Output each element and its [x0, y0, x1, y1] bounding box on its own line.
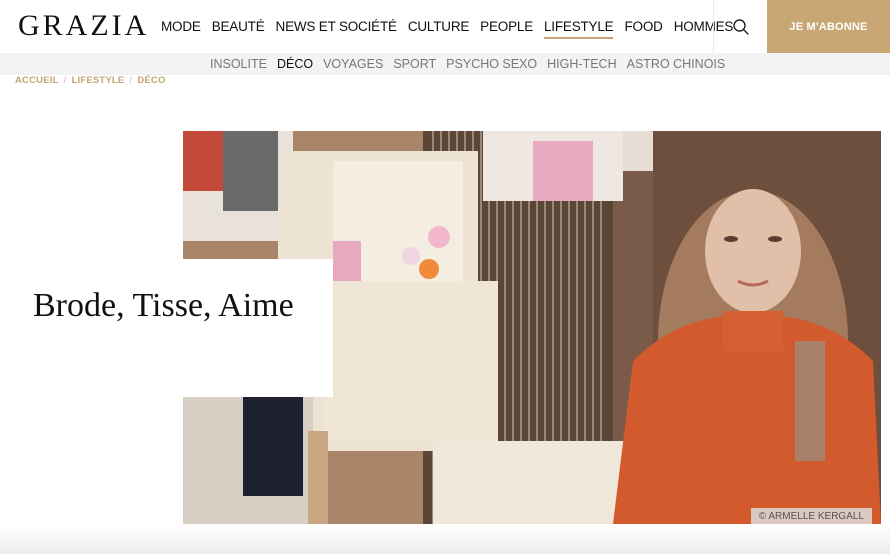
nav-item-food[interactable]: FOOD: [624, 19, 662, 34]
photo-credit: © ARMELLE KERGALL: [750, 508, 872, 524]
subnav-item-high-tech[interactable]: HIGH-TECH: [547, 57, 616, 71]
subnav-item-voyages[interactable]: VOYAGES: [323, 57, 383, 71]
subnav-item-psycho-sexo[interactable]: PSYCHO SEXO: [446, 57, 537, 71]
site-logo[interactable]: GRAZIA: [18, 9, 149, 43]
subscribe-button[interactable]: JE M'ABONNE: [767, 0, 890, 53]
search-button[interactable]: [713, 0, 767, 53]
title-card: Brode, Tisse, Aime: [0, 259, 333, 397]
nav-item-beaute[interactable]: BEAUTÉ: [212, 19, 265, 34]
breadcrumb: ACCUEIL / LIFESTYLE / DÉCO: [15, 75, 166, 86]
sub-nav: INSOLITE DÉCO VOYAGES SPORT PSYCHO SEXO …: [0, 53, 890, 75]
top-bar: GRAZIA MODE BEAUTÉ NEWS ET SOCIÉTÉ CULTU…: [0, 0, 890, 53]
nav-item-mode[interactable]: MODE: [161, 19, 201, 34]
nav-item-people[interactable]: PEOPLE: [480, 19, 533, 34]
nav-item-lifestyle[interactable]: LIFESTYLE: [544, 19, 614, 39]
main-nav: MODE BEAUTÉ NEWS ET SOCIÉTÉ CULTURE PEOP…: [161, 0, 744, 53]
nav-item-culture[interactable]: CULTURE: [408, 19, 470, 34]
subnav-item-astro-chinois[interactable]: ASTRO CHINOIS: [627, 57, 726, 71]
page-fade: [0, 524, 890, 554]
search-icon: [732, 18, 749, 35]
breadcrumb-separator: /: [63, 75, 67, 86]
breadcrumb-accueil[interactable]: ACCUEIL: [15, 75, 59, 86]
subnav-item-sport[interactable]: SPORT: [393, 57, 436, 71]
nav-item-news-societe[interactable]: NEWS ET SOCIÉTÉ: [276, 19, 397, 34]
breadcrumb-separator: /: [129, 75, 133, 86]
subnav-item-deco[interactable]: DÉCO: [277, 57, 313, 71]
article-title: Brode, Tisse, Aime: [33, 287, 294, 324]
subnav-item-insolite[interactable]: INSOLITE: [210, 57, 267, 71]
breadcrumb-deco[interactable]: DÉCO: [137, 75, 165, 86]
breadcrumb-lifestyle[interactable]: LIFESTYLE: [71, 75, 124, 86]
